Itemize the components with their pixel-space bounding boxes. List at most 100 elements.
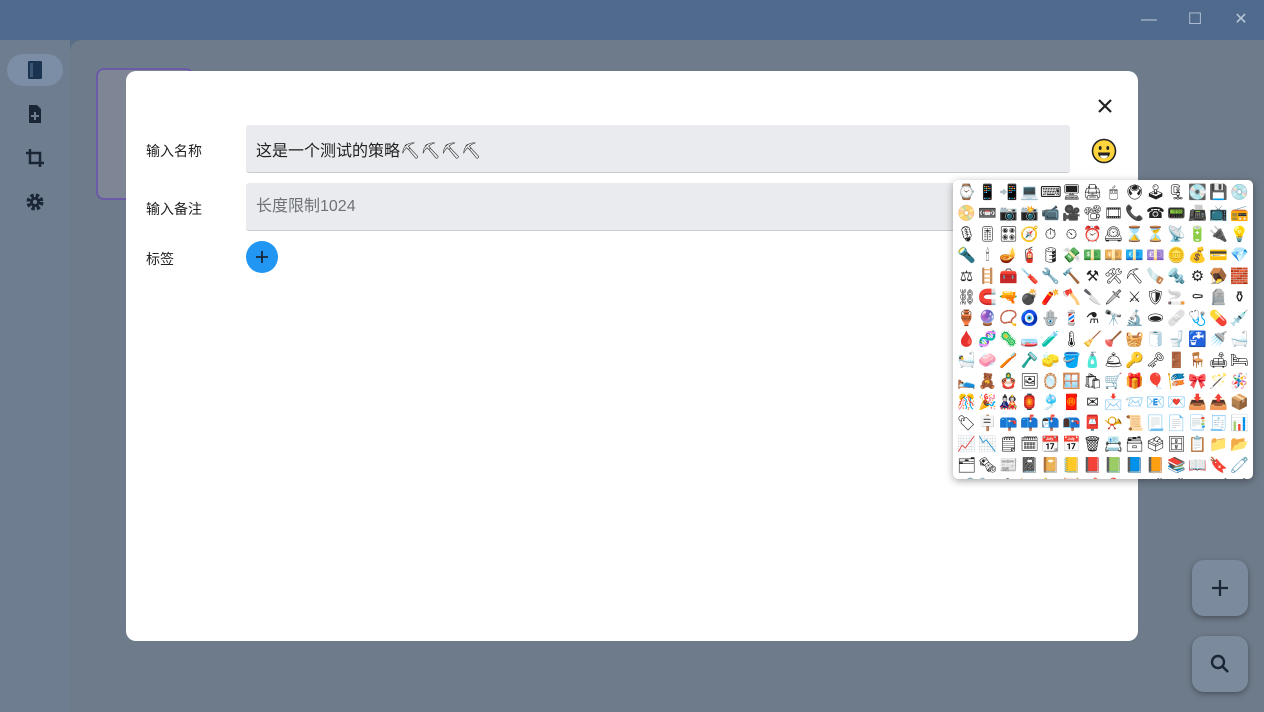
emoji-option[interactable]: 🧷 [1229, 455, 1250, 476]
emoji-option[interactable]: 🛀 [956, 350, 977, 371]
emoji-option[interactable]: 🔋 [1187, 224, 1208, 245]
emoji-option[interactable]: 💈 [1061, 308, 1082, 329]
emoji-option[interactable]: 🖲 [1124, 182, 1145, 203]
emoji-option[interactable]: 📿 [998, 308, 1019, 329]
emoji-option[interactable]: 🔑 [1124, 350, 1145, 371]
emoji-option[interactable]: 📤 [1208, 392, 1229, 413]
emoji-option[interactable]: 🗂 [956, 455, 977, 476]
emoji-option[interactable]: 💸 [1061, 245, 1082, 266]
emoji-option[interactable]: 📗 [1103, 455, 1124, 476]
emoji-option[interactable]: 🗳 [1145, 434, 1166, 455]
emoji-option[interactable]: ✂ [1124, 476, 1145, 479]
maximize-button[interactable]: ☐ [1181, 8, 1209, 32]
emoji-option[interactable]: 🔌 [1208, 224, 1229, 245]
emoji-option[interactable]: 🩹 [1166, 308, 1187, 329]
emoji-option[interactable]: 🔮 [977, 308, 998, 329]
emoji-option[interactable]: 🎀 [1187, 371, 1208, 392]
emoji-option[interactable]: ⌨ [1040, 182, 1061, 203]
emoji-option[interactable]: 🧪 [1040, 329, 1061, 350]
emoji-option[interactable]: 🪙 [1166, 245, 1187, 266]
emoji-option[interactable]: 🧮 [1061, 476, 1082, 479]
emoji-option[interactable]: 🪛 [1019, 266, 1040, 287]
emoji-option[interactable]: 🏷 [956, 413, 977, 434]
emoji-option[interactable]: 📧 [1145, 392, 1166, 413]
emoji-option[interactable]: 🕯 [977, 245, 998, 266]
emoji-option[interactable]: 📆 [1040, 434, 1061, 455]
emoji-option[interactable]: 🎊 [956, 392, 977, 413]
emoji-option[interactable]: 📇 [1103, 434, 1124, 455]
emoji-option[interactable]: 🗡 [1103, 287, 1124, 308]
emoji-option[interactable]: 📉 [977, 434, 998, 455]
emoji-option[interactable]: 📫 [1019, 413, 1040, 434]
emoji-option[interactable]: 🪄 [1208, 371, 1229, 392]
emoji-option[interactable]: 🗄 [1166, 434, 1187, 455]
emoji-option[interactable]: ✉ [1082, 392, 1103, 413]
emoji-option[interactable]: ⚙ [1187, 266, 1208, 287]
emoji-option[interactable]: ⚰ [1187, 287, 1208, 308]
emoji-option[interactable]: 🧹 [1082, 329, 1103, 350]
emoji-option[interactable]: 💶 [1124, 245, 1145, 266]
emoji-option[interactable]: ⏱ [1040, 224, 1061, 245]
emoji-option[interactable]: 🛁 [1229, 329, 1250, 350]
emoji-option[interactable]: 📥 [1187, 392, 1208, 413]
emoji-option[interactable]: 📰 [998, 455, 1019, 476]
emoji-option[interactable]: 📺 [1208, 203, 1229, 224]
search-fab[interactable] [1192, 636, 1248, 692]
emoji-option[interactable]: ⏲ [1061, 224, 1082, 245]
emoji-option[interactable]: 🪆 [998, 371, 1019, 392]
emoji-option[interactable]: 🧼 [977, 350, 998, 371]
emoji-option[interactable]: 📞 [1124, 203, 1145, 224]
emoji-option[interactable]: 💎 [1229, 245, 1250, 266]
emoji-option[interactable]: 💉 [1229, 308, 1250, 329]
emoji-option[interactable]: 🛋 [1208, 350, 1229, 371]
add-fab[interactable] [1192, 560, 1248, 616]
emoji-option[interactable]: 🪜 [977, 266, 998, 287]
emoji-option[interactable]: ⚗ [1082, 308, 1103, 329]
emoji-option[interactable]: 📲 [998, 182, 1019, 203]
emoji-option[interactable]: 📷 [998, 203, 1019, 224]
emoji-option[interactable]: ⚒ [1082, 266, 1103, 287]
emoji-option[interactable]: 📸 [1019, 203, 1040, 224]
emoji-option[interactable]: 🪔 [998, 245, 1019, 266]
emoji-option[interactable]: 🖊 [1145, 476, 1166, 479]
emoji-option[interactable]: 📭 [1061, 413, 1082, 434]
emoji-option[interactable]: 🖨 [1082, 182, 1103, 203]
emoji-option[interactable]: 📍 [1103, 476, 1124, 479]
emoji-option[interactable]: 🔬 [1124, 308, 1145, 329]
emoji-option[interactable]: ⏳ [1145, 224, 1166, 245]
emoji-option[interactable]: 🖌 [1208, 476, 1229, 479]
emoji-option[interactable]: 💴 [1103, 245, 1124, 266]
emoji-option[interactable]: 📬 [1040, 413, 1061, 434]
emoji-option[interactable]: 💣 [1019, 287, 1040, 308]
emoji-option[interactable]: ⚔ [1124, 287, 1145, 308]
emoji-option[interactable]: 💿 [1229, 182, 1250, 203]
emoji-option[interactable]: 🧱 [1229, 266, 1250, 287]
emoji-option[interactable]: 🎈 [1145, 371, 1166, 392]
emoji-option[interactable]: ✒ [1187, 476, 1208, 479]
emoji-option[interactable]: 📱 [977, 182, 998, 203]
emoji-option[interactable]: 📀 [956, 203, 977, 224]
emoji-option[interactable]: ⌛ [1124, 224, 1145, 245]
emoji-option[interactable]: 📕 [1082, 455, 1103, 476]
emoji-option[interactable]: 🗜 [1166, 182, 1187, 203]
emoji-option[interactable]: 🛎 [1103, 350, 1124, 371]
emoji-option[interactable]: 🎉 [977, 392, 998, 413]
emoji-option[interactable]: 🚽 [1166, 329, 1187, 350]
emoji-option[interactable]: 📌 [1082, 476, 1103, 479]
emoji-option[interactable]: 💊 [1208, 308, 1229, 329]
emoji-option[interactable]: ⏰ [1082, 224, 1103, 245]
emoji-option[interactable]: 🔗 [956, 476, 977, 479]
emoji-option[interactable]: 🪒 [1019, 350, 1040, 371]
emoji-option[interactable]: ⚱ [1229, 287, 1250, 308]
emoji-option[interactable]: 🔪 [1082, 287, 1103, 308]
emoji-option[interactable]: ⛏ [1124, 266, 1145, 287]
emoji-option[interactable]: 💰 [1187, 245, 1208, 266]
emoji-option[interactable]: 🎙 [956, 224, 977, 245]
emoji-option[interactable]: 💾 [1208, 182, 1229, 203]
emoji-option[interactable]: 📚 [1166, 455, 1187, 476]
emoji-option[interactable]: 📻 [1229, 203, 1250, 224]
emoji-option[interactable]: 🛡 [1145, 287, 1166, 308]
emoji-option[interactable]: 💳 [1208, 245, 1229, 266]
emoji-option[interactable]: 🌡 [1061, 329, 1082, 350]
sidebar-item-strategies[interactable] [7, 54, 63, 86]
